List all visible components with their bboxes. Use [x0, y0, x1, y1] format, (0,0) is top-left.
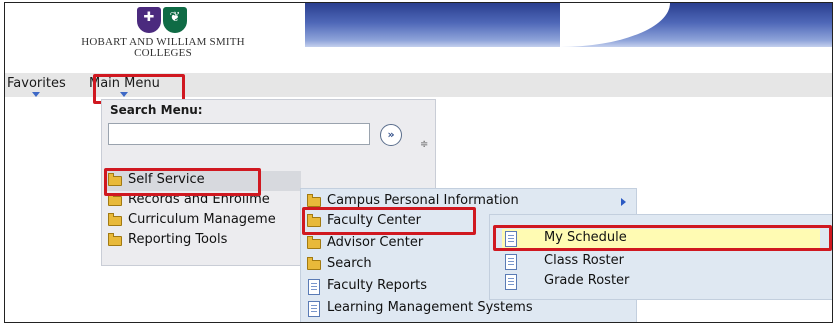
- my-schedule-highlight: [493, 225, 832, 251]
- document-icon: [505, 274, 517, 290]
- app-window: ✚ ❦ HOBART AND WILLIAM SMITH COLLEGES Fa…: [4, 2, 833, 323]
- logo-text-line2: COLLEGES: [134, 47, 192, 59]
- folder-icon: [108, 233, 122, 246]
- document-icon: [505, 254, 517, 270]
- search-menu-label: Search Menu:: [110, 103, 203, 117]
- menu-item-label: Campus Personal Information: [327, 193, 519, 208]
- faculty-center-highlight: [302, 207, 476, 235]
- menu-item-label: Faculty Reports: [327, 278, 428, 293]
- submenu-arrow-icon: [621, 198, 626, 206]
- favorites-menu[interactable]: Favorites: [7, 76, 66, 97]
- search-go-button[interactable]: »: [380, 124, 402, 146]
- menu-item-grade-roster[interactable]: Grade Roster: [502, 272, 820, 292]
- menu-item-label: Advisor Center: [327, 235, 424, 250]
- menu-item-learning-management-systems[interactable]: Learning Management Systems: [305, 299, 634, 319]
- menu-item-label: Grade Roster: [544, 273, 630, 288]
- header-banner: [305, 3, 832, 47]
- menu-item-label: Search: [327, 256, 372, 271]
- hobart-shield-icon: ✚: [137, 7, 161, 33]
- folder-icon: [108, 213, 122, 226]
- menu-item-label: Learning Management Systems: [327, 300, 533, 315]
- folder-icon: [307, 236, 321, 249]
- document-icon: [308, 279, 320, 295]
- college-logo: ✚ ❦ HOBART AND WILLIAM SMITH COLLEGES: [63, 5, 263, 69]
- document-icon: [308, 301, 320, 317]
- self-service-highlight: [104, 168, 261, 196]
- menu-item-label: Class Roster: [544, 253, 624, 268]
- logo-shields: ✚ ❦: [63, 5, 263, 37]
- menu-item-reporting-tools[interactable]: Reporting Tools: [106, 231, 301, 251]
- favorites-label: Favorites: [7, 76, 66, 91]
- menu-item-label: Curriculum Manageme: [128, 212, 276, 227]
- banner-curve: [560, 3, 670, 47]
- menu-item-curriculum-management[interactable]: Curriculum Manageme: [106, 211, 303, 231]
- menu-item-label: Reporting Tools: [128, 232, 228, 247]
- folder-icon: [307, 194, 321, 207]
- folder-icon: [108, 193, 122, 206]
- menu-item-class-roster[interactable]: Class Roster: [502, 252, 820, 272]
- william-smith-shield-icon: ❦: [163, 7, 187, 33]
- search-menu-input[interactable]: [108, 123, 370, 145]
- folder-icon: [307, 257, 321, 270]
- page-header: ✚ ❦ HOBART AND WILLIAM SMITH COLLEGES: [5, 3, 832, 73]
- sort-menu-icon[interactable]: ≑: [420, 140, 428, 150]
- favorites-dropdown-icon: [32, 92, 41, 97]
